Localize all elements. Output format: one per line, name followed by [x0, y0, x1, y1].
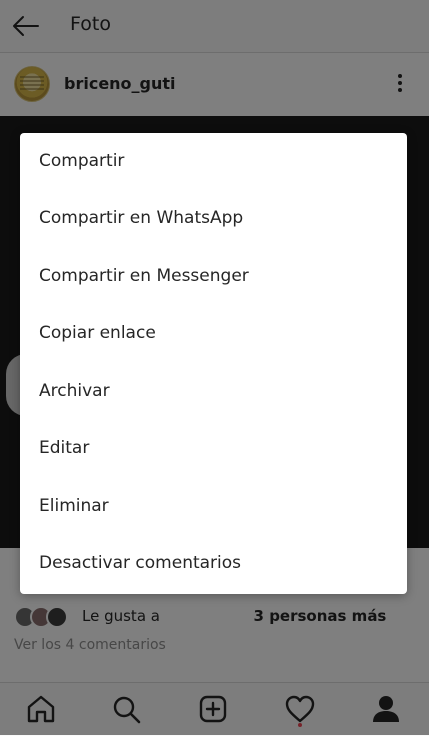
menu-item-share-whatsapp[interactable]: Compartir en WhatsApp	[20, 190, 407, 247]
options-menu: Compartir Compartir en WhatsApp Comparti…	[20, 133, 407, 594]
menu-item-archive[interactable]: Archivar	[20, 363, 407, 420]
menu-item-delete[interactable]: Eliminar	[20, 478, 407, 535]
menu-item-share[interactable]: Compartir	[20, 133, 407, 190]
menu-item-edit[interactable]: Editar	[20, 420, 407, 477]
app-screen: Foto briceno_guti Le gusta a 3 personas …	[0, 0, 429, 736]
menu-item-disable-comments[interactable]: Desactivar comentarios	[20, 535, 407, 592]
menu-item-copy-link[interactable]: Copiar enlace	[20, 305, 407, 362]
menu-item-share-messenger[interactable]: Compartir en Messenger	[20, 248, 407, 305]
